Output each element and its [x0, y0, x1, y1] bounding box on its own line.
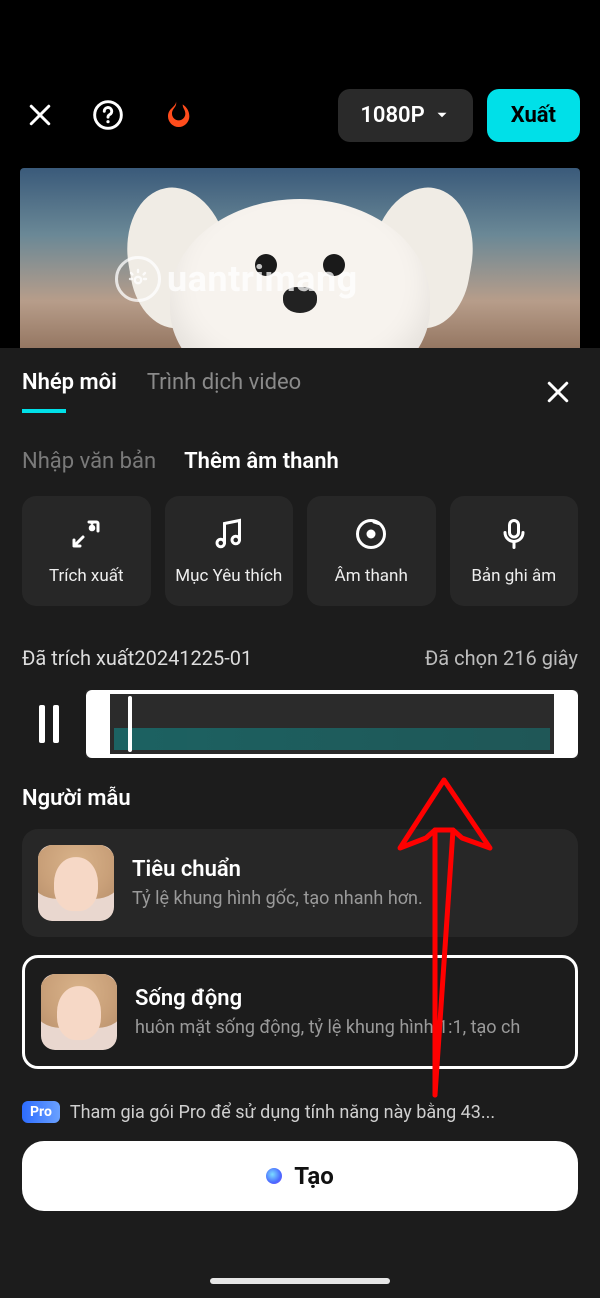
flame-icon[interactable] — [156, 95, 196, 135]
action-favorites[interactable]: Mục Yêu thích — [165, 496, 294, 606]
model-option-standard[interactable]: Tiêu chuẩn Tỷ lệ khung hình gốc, tạo nha… — [22, 829, 578, 937]
feature-tabs: Nhép môi Trình dịch video — [22, 370, 301, 413]
model-desc: Tỷ lệ khung hình gốc, tạo nhanh hơn. — [132, 888, 562, 909]
app-root: 1080P Xuất uantrimang Nhép môi Trình dịc… — [0, 0, 600, 1298]
tab-label: Trình dịch video — [147, 370, 301, 395]
bulb-icon — [115, 256, 161, 302]
waveform-trimmer[interactable] — [86, 690, 578, 758]
record-icon — [496, 516, 532, 552]
top-bar: 1080P Xuất — [0, 70, 600, 160]
close-icon[interactable] — [20, 95, 60, 135]
watermark-text: uantrimang — [167, 258, 358, 300]
model-text: Sống động huôn mặt sống động, tỷ lệ khun… — [135, 986, 559, 1038]
subtab-add-audio[interactable]: Thêm âm thanh — [184, 449, 339, 474]
pro-upsell-row[interactable]: Pro Tham gia gói Pro để sử dụng tính năn… — [0, 1069, 600, 1123]
trim-handle-right[interactable] — [554, 690, 578, 758]
model-option-vivid[interactable]: Sống động huôn mặt sống động, tỷ lệ khun… — [22, 955, 578, 1069]
tab-label: Nhép môi — [22, 370, 117, 395]
model-text: Tiêu chuẩn Tỷ lệ khung hình gốc, tạo nha… — [132, 857, 562, 909]
resolution-button[interactable]: 1080P — [338, 89, 472, 142]
top-bar-left — [20, 95, 196, 135]
subtab-label: Nhập văn bản — [22, 449, 156, 474]
export-label: Xuất — [511, 103, 556, 128]
waveform-fill — [114, 728, 550, 750]
resolution-label: 1080P — [360, 103, 424, 128]
model-thumbnail — [38, 845, 114, 921]
bottom-sheet: Nhép môi Trình dịch video Nhập văn bản T… — [0, 348, 600, 1298]
clip-selected-duration: Đã chọn 216 giây — [425, 646, 578, 670]
input-mode-tabs: Nhập văn bản Thêm âm thanh — [0, 413, 600, 474]
sheet-close-icon[interactable] — [538, 372, 578, 412]
pause-icon — [39, 705, 59, 743]
watermark: uantrimang — [115, 256, 358, 302]
subtab-label: Thêm âm thanh — [184, 449, 339, 474]
action-label: Mục Yêu thích — [175, 566, 282, 586]
model-desc: huôn mặt sống động, tỷ lệ khung hình 1:1… — [135, 1017, 559, 1038]
clip-name: Đã trích xuất20241225-01 — [22, 646, 252, 670]
export-button[interactable]: Xuất — [487, 89, 580, 142]
sheet-header: Nhép môi Trình dịch video — [0, 348, 600, 413]
create-button[interactable]: Tạo — [22, 1141, 578, 1211]
audio-source-grid: Trích xuất Mục Yêu thích Âm thanh Bản gh… — [0, 474, 600, 606]
help-icon[interactable] — [88, 95, 128, 135]
home-indicator — [210, 1278, 390, 1284]
favorite-icon — [211, 516, 247, 552]
subtab-text-input[interactable]: Nhập văn bản — [22, 449, 156, 474]
trim-handle-left[interactable] — [86, 690, 110, 758]
create-label: Tạo — [294, 1162, 334, 1190]
video-preview[interactable]: uantrimang — [20, 168, 580, 358]
extract-icon — [68, 516, 104, 552]
tab-video-translate[interactable]: Trình dịch video — [147, 370, 301, 413]
tab-lip-sync[interactable]: Nhép môi — [22, 370, 117, 413]
action-label: Âm thanh — [335, 566, 408, 586]
pro-text: Tham gia gói Pro để sử dụng tính năng nà… — [70, 1102, 495, 1123]
model-name: Sống động — [135, 986, 559, 1011]
waveform-row — [0, 670, 600, 758]
action-label: Bản ghi âm — [471, 566, 556, 586]
action-label: Trích xuất — [49, 566, 124, 586]
sparkle-icon — [266, 1168, 282, 1184]
playhead[interactable] — [128, 696, 132, 752]
audio-icon — [353, 516, 389, 552]
action-extract[interactable]: Trích xuất — [22, 496, 151, 606]
action-audio[interactable]: Âm thanh — [307, 496, 436, 606]
pro-badge: Pro — [22, 1101, 60, 1123]
action-record[interactable]: Bản ghi âm — [450, 496, 579, 606]
play-pause-button[interactable] — [22, 690, 76, 758]
model-thumbnail — [41, 974, 117, 1050]
models-section-title: Người mẫu — [0, 758, 600, 811]
clip-info-row: Đã trích xuất20241225-01 Đã chọn 216 giâ… — [0, 606, 600, 670]
model-name: Tiêu chuẩn — [132, 857, 562, 882]
chevron-down-icon — [433, 106, 451, 124]
